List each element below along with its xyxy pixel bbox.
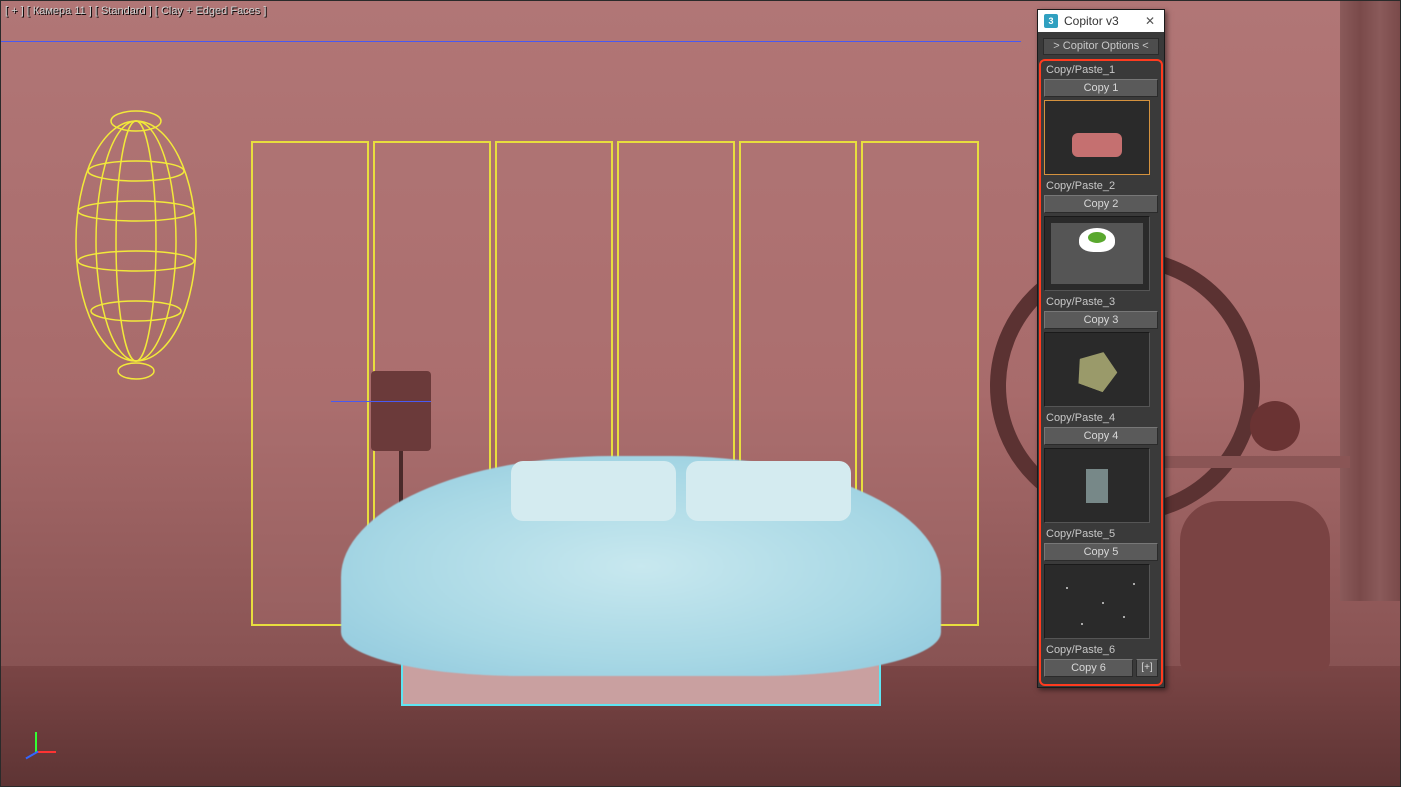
slot-label: Copy/Paste_6	[1044, 643, 1158, 659]
viewport[interactable]: [ + ] [ Камера 11 ] [ Standard ] [ Clay …	[0, 0, 1401, 787]
add-slot-button[interactable]: [+]	[1136, 659, 1158, 677]
curtain	[1340, 1, 1400, 601]
slot-thumb-3[interactable]	[1044, 332, 1150, 407]
slot-label: Copy/Paste_5	[1044, 527, 1158, 543]
panel-title-text: Copitor v3	[1064, 14, 1142, 28]
slot-label: Copy/Paste_2	[1044, 179, 1158, 195]
copy-button-3[interactable]: Copy 3	[1044, 311, 1158, 329]
slot-label: Copy/Paste_3	[1044, 295, 1158, 311]
copy-button-1[interactable]: Copy 1	[1044, 79, 1158, 97]
app-icon: 3	[1044, 14, 1058, 28]
slot-thumb-2[interactable]	[1044, 216, 1150, 291]
panel-titlebar[interactable]: 3 Copitor v3 ✕	[1038, 10, 1164, 32]
slot-thumb-5[interactable]	[1044, 564, 1150, 639]
slot-4: Copy/Paste_4 Copy 4	[1044, 411, 1158, 523]
copitor-panel[interactable]: 3 Copitor v3 ✕ > Copitor Options < Copy/…	[1037, 9, 1165, 688]
bed-selected[interactable]	[341, 456, 941, 721]
close-icon[interactable]: ✕	[1142, 14, 1158, 28]
slot-thumb-4[interactable]	[1044, 448, 1150, 523]
slot-6: Copy/Paste_6 Copy 6 [+]	[1044, 643, 1158, 677]
chair	[1180, 501, 1330, 671]
slot-2: Copy/Paste_2 Copy 2	[1044, 179, 1158, 291]
helper-line	[1, 41, 1021, 42]
slot-thumb-1[interactable]	[1044, 100, 1150, 175]
pillow-right	[686, 461, 851, 521]
copy-button-4[interactable]: Copy 4	[1044, 427, 1158, 445]
slot-3: Copy/Paste_3 Copy 3	[1044, 295, 1158, 407]
slot-5: Copy/Paste_5 Copy 5	[1044, 527, 1158, 639]
axis-z	[25, 751, 38, 760]
pillow-left	[511, 461, 676, 521]
helper-line	[331, 401, 431, 402]
copitor-options-button[interactable]: > Copitor Options <	[1043, 38, 1159, 55]
axis-x	[36, 751, 56, 753]
axis-y	[35, 732, 37, 752]
axis-gizmo[interactable]	[15, 730, 57, 772]
lantern-wireframe	[61, 81, 211, 401]
desk-sphere	[1250, 401, 1300, 451]
panel-body: > Copitor Options < Copy/Paste_1 Copy 1 …	[1038, 32, 1164, 686]
slot-label: Copy/Paste_1	[1044, 63, 1158, 79]
copy-button-6[interactable]: Copy 6	[1044, 659, 1133, 677]
scene	[1, 1, 1400, 786]
slots-highlight: Copy/Paste_1 Copy 1 Copy/Paste_2 Copy 2 …	[1039, 59, 1163, 686]
slot-1: Copy/Paste_1 Copy 1	[1044, 63, 1158, 175]
copy-button-2[interactable]: Copy 2	[1044, 195, 1158, 213]
slot-label: Copy/Paste_4	[1044, 411, 1158, 427]
copy-button-5[interactable]: Copy 5	[1044, 543, 1158, 561]
